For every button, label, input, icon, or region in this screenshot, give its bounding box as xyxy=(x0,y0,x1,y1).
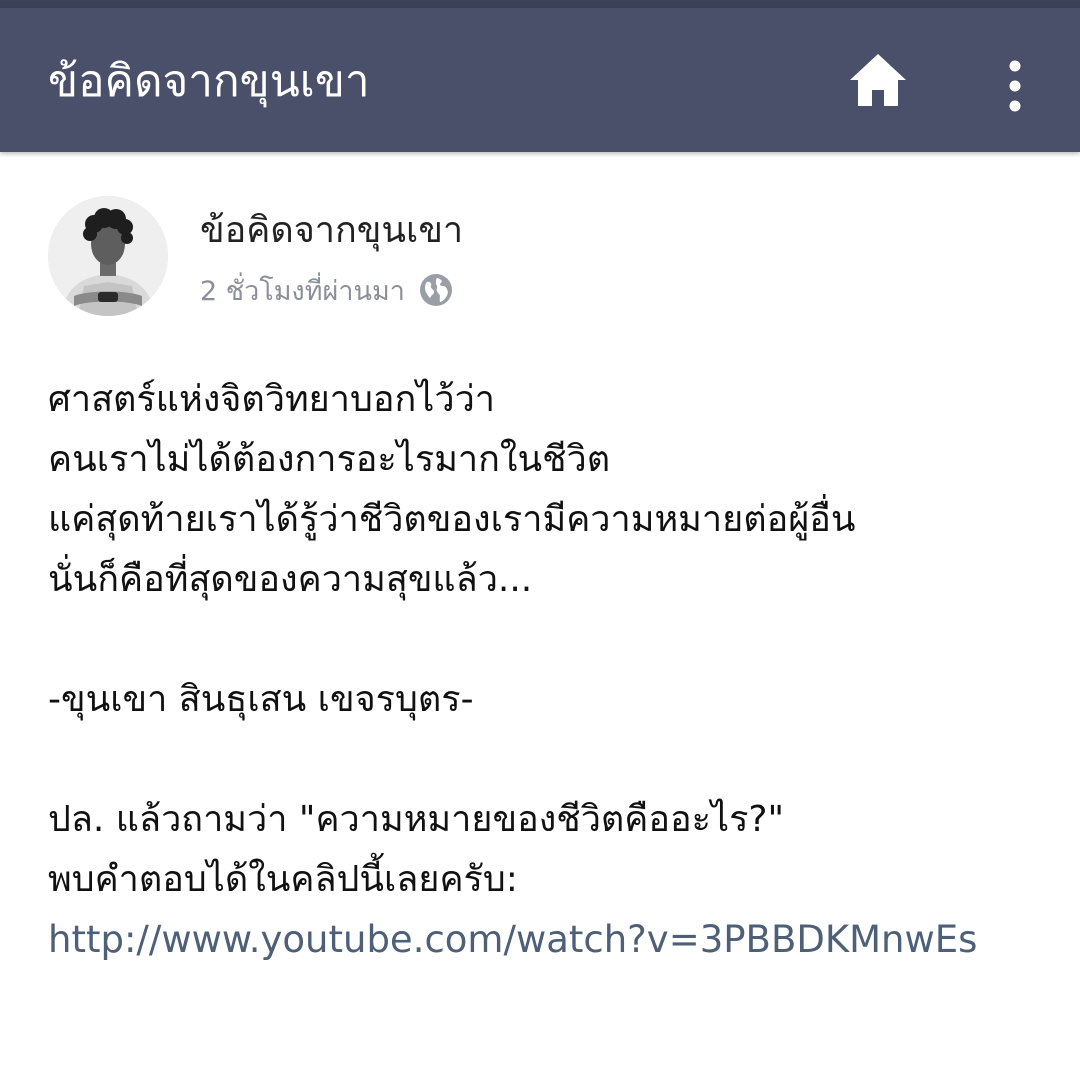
post-text-line: ปล. แล้วถามว่า "ความหมายของชีวิตคืออะไร?… xyxy=(48,799,785,840)
status-bar-strip xyxy=(0,0,1080,8)
app-title: ข้อคิดจากขุนเขา xyxy=(48,56,370,107)
post-text-line: -ขุนเขา สินธุเสน เขจรบุตร- xyxy=(48,679,474,720)
home-icon xyxy=(850,54,906,106)
post-meta: 2 ชั่วโมงที่ผ่านมา xyxy=(200,268,453,312)
post-header: ข้อคิดจากขุนเขา 2 ชั่วโมงที่ผ่านมา xyxy=(48,196,1038,320)
post-text-line: แค่สุดท้ายเราได้รู้ว่าชีวิตของเรามีความห… xyxy=(48,499,856,540)
post-text-line: นั่นก็คือที่สุดของความสุขแล้ว... xyxy=(48,559,533,600)
post-text-line: พบคำตอบได้ในคลิปนี้เลยครับ: xyxy=(48,859,518,900)
more-options-button[interactable] xyxy=(990,46,1040,126)
home-button[interactable] xyxy=(844,46,912,114)
app-bar: ข้อคิดจากขุนเขา xyxy=(0,8,1080,152)
avatar-photo xyxy=(48,196,168,316)
post-text-line: คนเราไม่ได้ต้องการอะไรมากในชีวิต xyxy=(48,439,611,480)
avatar[interactable] xyxy=(48,196,168,316)
author-name[interactable]: ข้อคิดจากขุนเขา xyxy=(200,206,463,256)
post-text-line: ศาสตร์แห่งจิตวิทยาบอกไว้ว่า xyxy=(48,379,496,420)
globe-icon xyxy=(419,273,453,307)
more-vertical-icon xyxy=(1009,60,1021,112)
post-timestamp: 2 ชั่วโมงที่ผ่านมา xyxy=(200,275,405,307)
post-body: ศาสตร์แห่งจิตวิทยาบอกไว้ว่า คนเราไม่ได้ต… xyxy=(48,370,1048,970)
youtube-link[interactable]: http://www.youtube.com/watch?v=3PBBDKMnw… xyxy=(48,910,1048,970)
